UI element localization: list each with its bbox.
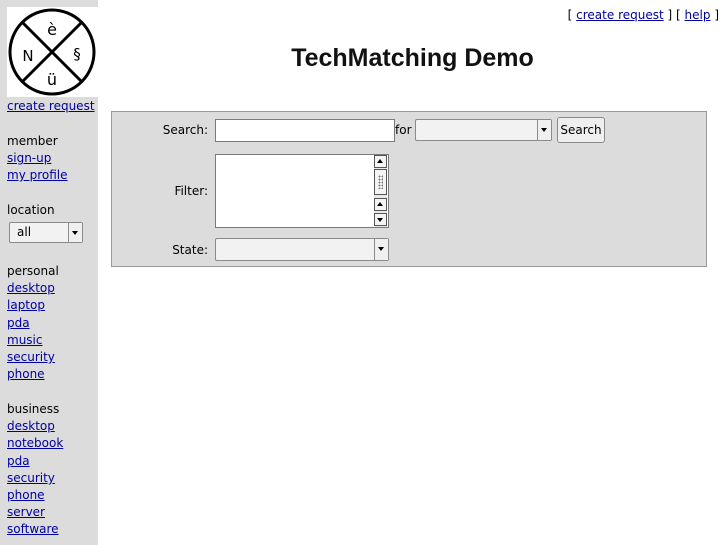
- personal-pda-link[interactable]: pda: [7, 316, 30, 330]
- logo-letter-left: N: [22, 47, 33, 65]
- logo-letter-top: è: [47, 20, 57, 39]
- scroll-down-arrow-icon[interactable]: [374, 213, 387, 226]
- sidebar: è § N ü create request member sign-up my…: [0, 0, 98, 545]
- personal-music-link[interactable]: music: [7, 333, 42, 347]
- business-pda-link[interactable]: pda: [7, 454, 30, 468]
- state-select[interactable]: [215, 238, 389, 261]
- logo-letter-right: §: [73, 45, 81, 63]
- personal-security-link[interactable]: security: [7, 350, 55, 364]
- business-notebook-link[interactable]: notebook: [7, 436, 63, 450]
- logo-letter-bottom: ü: [47, 70, 57, 89]
- sign-up-link[interactable]: sign-up: [7, 151, 51, 165]
- bracket: ]: [714, 8, 719, 22]
- top-create-request-link[interactable]: create request: [576, 8, 664, 22]
- business-security-link[interactable]: security: [7, 471, 55, 485]
- chevron-down-icon[interactable]: [537, 120, 551, 140]
- personal-heading: personal: [7, 264, 59, 278]
- personal-desktop-link[interactable]: desktop: [7, 281, 55, 295]
- scroll-up-arrow-icon[interactable]: [374, 155, 387, 168]
- search-button[interactable]: Search: [557, 117, 605, 143]
- personal-phone-link[interactable]: phone: [7, 367, 45, 381]
- location-heading: location: [7, 203, 55, 217]
- page-title: TechMatching Demo: [291, 44, 534, 72]
- logo-icon: è § N ü: [8, 8, 96, 96]
- business-heading: business: [7, 402, 60, 416]
- scroll-thumb[interactable]: [374, 169, 387, 195]
- for-label: for: [395, 123, 412, 137]
- member-heading: member: [7, 134, 58, 148]
- filter-scrollbar[interactable]: [374, 155, 387, 227]
- logo: è § N ü: [7, 7, 98, 97]
- filter-listbox[interactable]: [215, 154, 389, 228]
- business-software-link[interactable]: software: [7, 522, 59, 536]
- for-select[interactable]: [415, 119, 552, 141]
- personal-laptop-link[interactable]: laptop: [7, 298, 45, 312]
- location-select-value: all: [17, 225, 32, 239]
- sidebar-create-request-link[interactable]: create request: [7, 99, 95, 113]
- state-label: State:: [172, 243, 208, 257]
- business-phone-link[interactable]: phone: [7, 488, 45, 502]
- chevron-down-icon[interactable]: [68, 223, 82, 242]
- help-link[interactable]: help: [685, 8, 711, 22]
- search-label: Search:: [162, 123, 208, 137]
- scroll-up-arrow-icon[interactable]: [374, 198, 387, 211]
- chevron-down-icon[interactable]: [374, 239, 388, 260]
- location-select[interactable]: all: [9, 222, 83, 243]
- bracket: ] [: [667, 8, 681, 22]
- business-server-link[interactable]: server: [7, 505, 45, 519]
- top-links: [ create request ] [ help ]: [568, 8, 719, 22]
- bracket: [: [567, 8, 573, 22]
- search-input[interactable]: [215, 119, 395, 142]
- my-profile-link[interactable]: my profile: [7, 168, 68, 182]
- business-desktop-link[interactable]: desktop: [7, 419, 55, 433]
- filter-label: Filter:: [174, 184, 208, 198]
- search-form: Search: for Search Filter: State:: [111, 111, 707, 267]
